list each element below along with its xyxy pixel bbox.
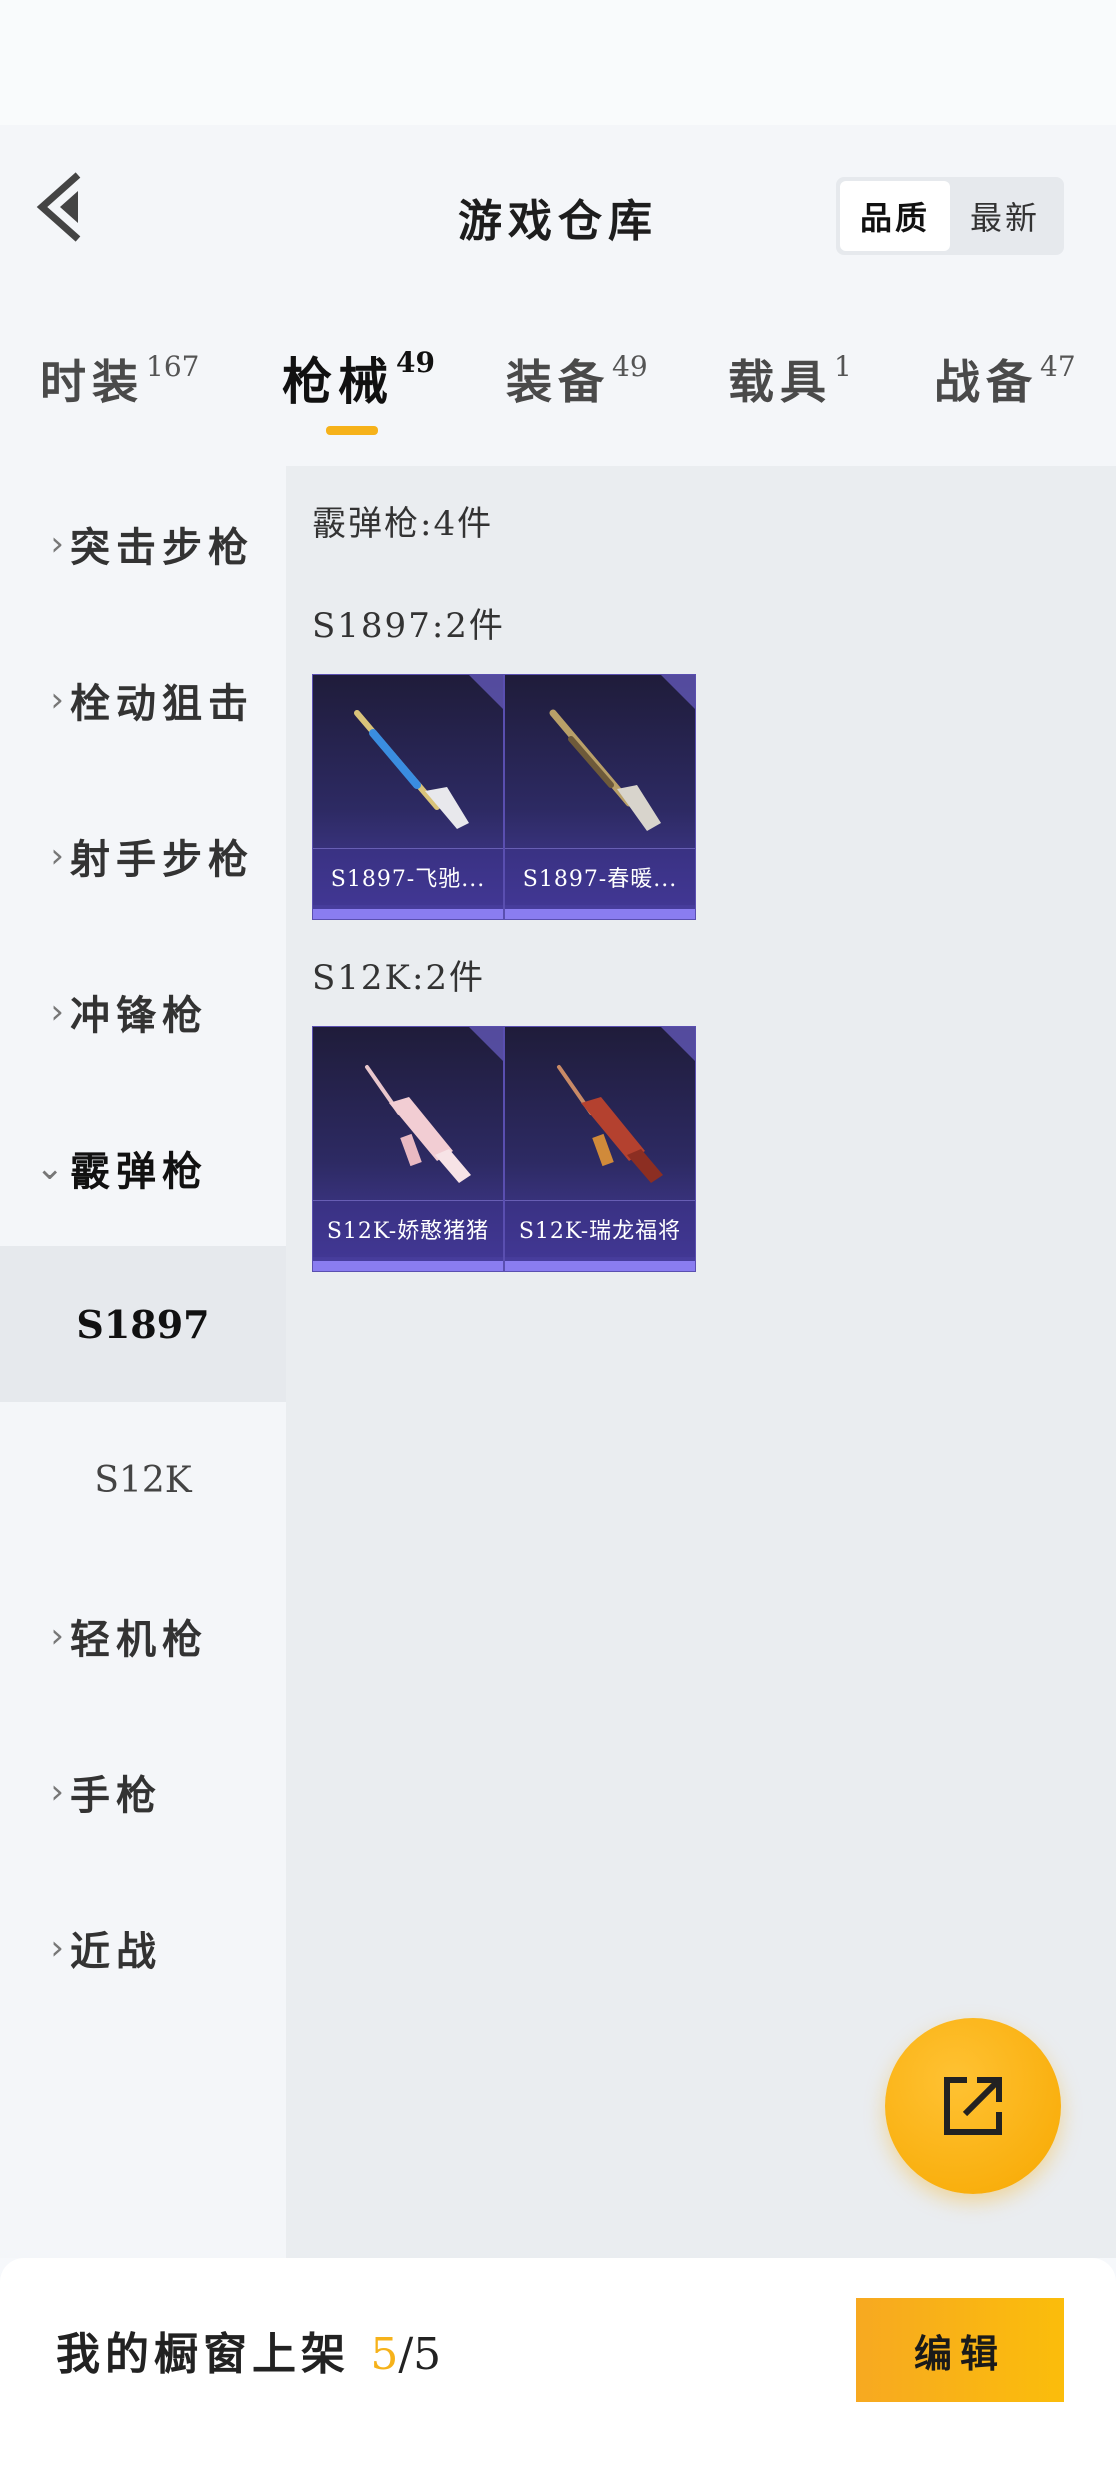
rarity-bar (505, 909, 695, 919)
tab-equipment[interactable]: 装备49 (506, 346, 648, 412)
sidebar-item-label: 轻机枪 (70, 1616, 208, 1663)
tab-count: 1 (834, 350, 852, 383)
sidebar-item-pistol[interactable]: › 手枪 (0, 1714, 286, 1870)
shotgun-icon (354, 710, 469, 829)
tab-count: 49 (396, 346, 435, 379)
item-card-name: S12K-瑞龙福将 (505, 1200, 695, 1257)
header: 游戏仓库 品质 最新 (0, 125, 1116, 290)
item-card[interactable]: S1897-飞驰... (312, 674, 504, 920)
chevron-right-icon: › (50, 992, 64, 1032)
tab-vehicles[interactable]: 载具1 (728, 346, 852, 412)
group-title-s12k: S12K:2件 (312, 958, 486, 998)
category-count-title: 霰弹枪:4件 (312, 504, 494, 544)
item-card-name: S1897-春暖... (505, 848, 695, 905)
item-card[interactable]: S12K-娇憨猪猪 (312, 1026, 504, 1272)
category-tabs: 时装167 枪械49 装备49 载具1 战备47 (0, 290, 1116, 466)
item-card-name: S12K-娇憨猪猪 (313, 1200, 503, 1257)
showcase-total: /5 (398, 2329, 442, 2380)
tab-fashion[interactable]: 时装167 (40, 346, 199, 412)
sidebar-subitem-s12k[interactable]: S12K (0, 1402, 286, 1558)
showcase-count: 5 (370, 2329, 399, 2380)
item-content-area: 霰弹枪:4件 S1897:2件 S1897-飞驰... S1897-春暖... … (286, 466, 1116, 2258)
status-bar (0, 0, 1116, 125)
sidebar-subitem-label: S12K (94, 1459, 192, 1501)
sort-toggle: 品质 最新 (836, 177, 1064, 255)
chevron-right-icon: › (50, 836, 64, 876)
tab-label: 时装 (40, 355, 144, 409)
sort-quality-option[interactable]: 品质 (840, 181, 950, 251)
sidebar-item-label: 近战 (70, 1928, 162, 1975)
chevron-down-icon: ⌄ (35, 1148, 65, 1188)
shotgun-icon (549, 709, 661, 831)
bottom-bar: 我的橱窗上架 5/5 编辑 (0, 2258, 1116, 2484)
external-link-icon (944, 2077, 1002, 2135)
item-card[interactable]: S1897-春暖... (504, 674, 696, 920)
tab-label: 枪械 (282, 352, 394, 411)
sidebar-item-shotgun[interactable]: ⌄ 霰弹枪 (0, 1090, 286, 1246)
shotgun-icon (365, 1065, 471, 1183)
chevron-right-icon: › (50, 680, 64, 720)
tab-label: 载具 (728, 355, 832, 409)
tab-count: 47 (1040, 350, 1076, 383)
rarity-bar (505, 1261, 695, 1271)
tab-firearms[interactable]: 枪械49 (282, 342, 435, 414)
weapon-type-sidebar: › 突击步枪 › 栓动狙击 › 射手步枪 › 冲锋枪 ⌄ 霰弹枪 S1897 S12K ›… (0, 466, 286, 2258)
sidebar-item-label: 冲锋枪 (70, 992, 208, 1039)
sidebar-subitem-s1897[interactable]: S1897 (0, 1246, 286, 1402)
sidebar-item-marksman-rifle[interactable]: › 射手步枪 (0, 778, 286, 934)
sidebar-item-melee[interactable]: › 近战 (0, 1870, 286, 2026)
sidebar-subitem-label: S1897 (76, 1301, 210, 1347)
chevron-right-icon: › (50, 1928, 64, 1968)
sidebar-item-label: 霰弹枪 (70, 1148, 208, 1195)
sidebar-item-label: 突击步枪 (70, 524, 254, 571)
sidebar-item-smg[interactable]: › 冲锋枪 (0, 934, 286, 1090)
tab-count: 49 (612, 350, 648, 383)
sidebar-item-label: 射手步枪 (70, 836, 254, 883)
active-tab-indicator (326, 426, 378, 435)
share-button[interactable] (885, 2018, 1061, 2194)
tab-supplies[interactable]: 战备47 (934, 346, 1076, 412)
edit-button[interactable]: 编辑 (856, 2298, 1064, 2402)
group-title-s1897: S1897:2件 (312, 606, 505, 646)
showcase-status: 我的橱窗上架 5/5 (56, 2318, 441, 2382)
shotgun-icon (557, 1065, 663, 1183)
rarity-bar (313, 1261, 503, 1271)
tab-count: 167 (146, 350, 200, 383)
sidebar-item-assault-rifle[interactable]: › 突击步枪 (0, 466, 286, 622)
sidebar-item-bolt-sniper[interactable]: › 栓动狙击 (0, 622, 286, 778)
tab-label: 战备 (934, 355, 1038, 409)
sidebar-item-label: 手枪 (70, 1772, 162, 1819)
chevron-right-icon: › (50, 1772, 64, 1812)
chevron-right-icon: › (50, 1616, 64, 1656)
showcase-label: 我的橱窗上架 (56, 2329, 350, 2380)
item-card-name: S1897-飞驰... (313, 848, 503, 905)
rarity-bar (313, 909, 503, 919)
sidebar-item-lmg[interactable]: › 轻机枪 (0, 1558, 286, 1714)
item-card[interactable]: S12K-瑞龙福将 (504, 1026, 696, 1272)
tab-label: 装备 (506, 355, 610, 409)
sort-latest-option[interactable]: 最新 (950, 181, 1060, 251)
chevron-right-icon: › (50, 524, 64, 564)
sidebar-item-label: 栓动狙击 (70, 680, 254, 727)
